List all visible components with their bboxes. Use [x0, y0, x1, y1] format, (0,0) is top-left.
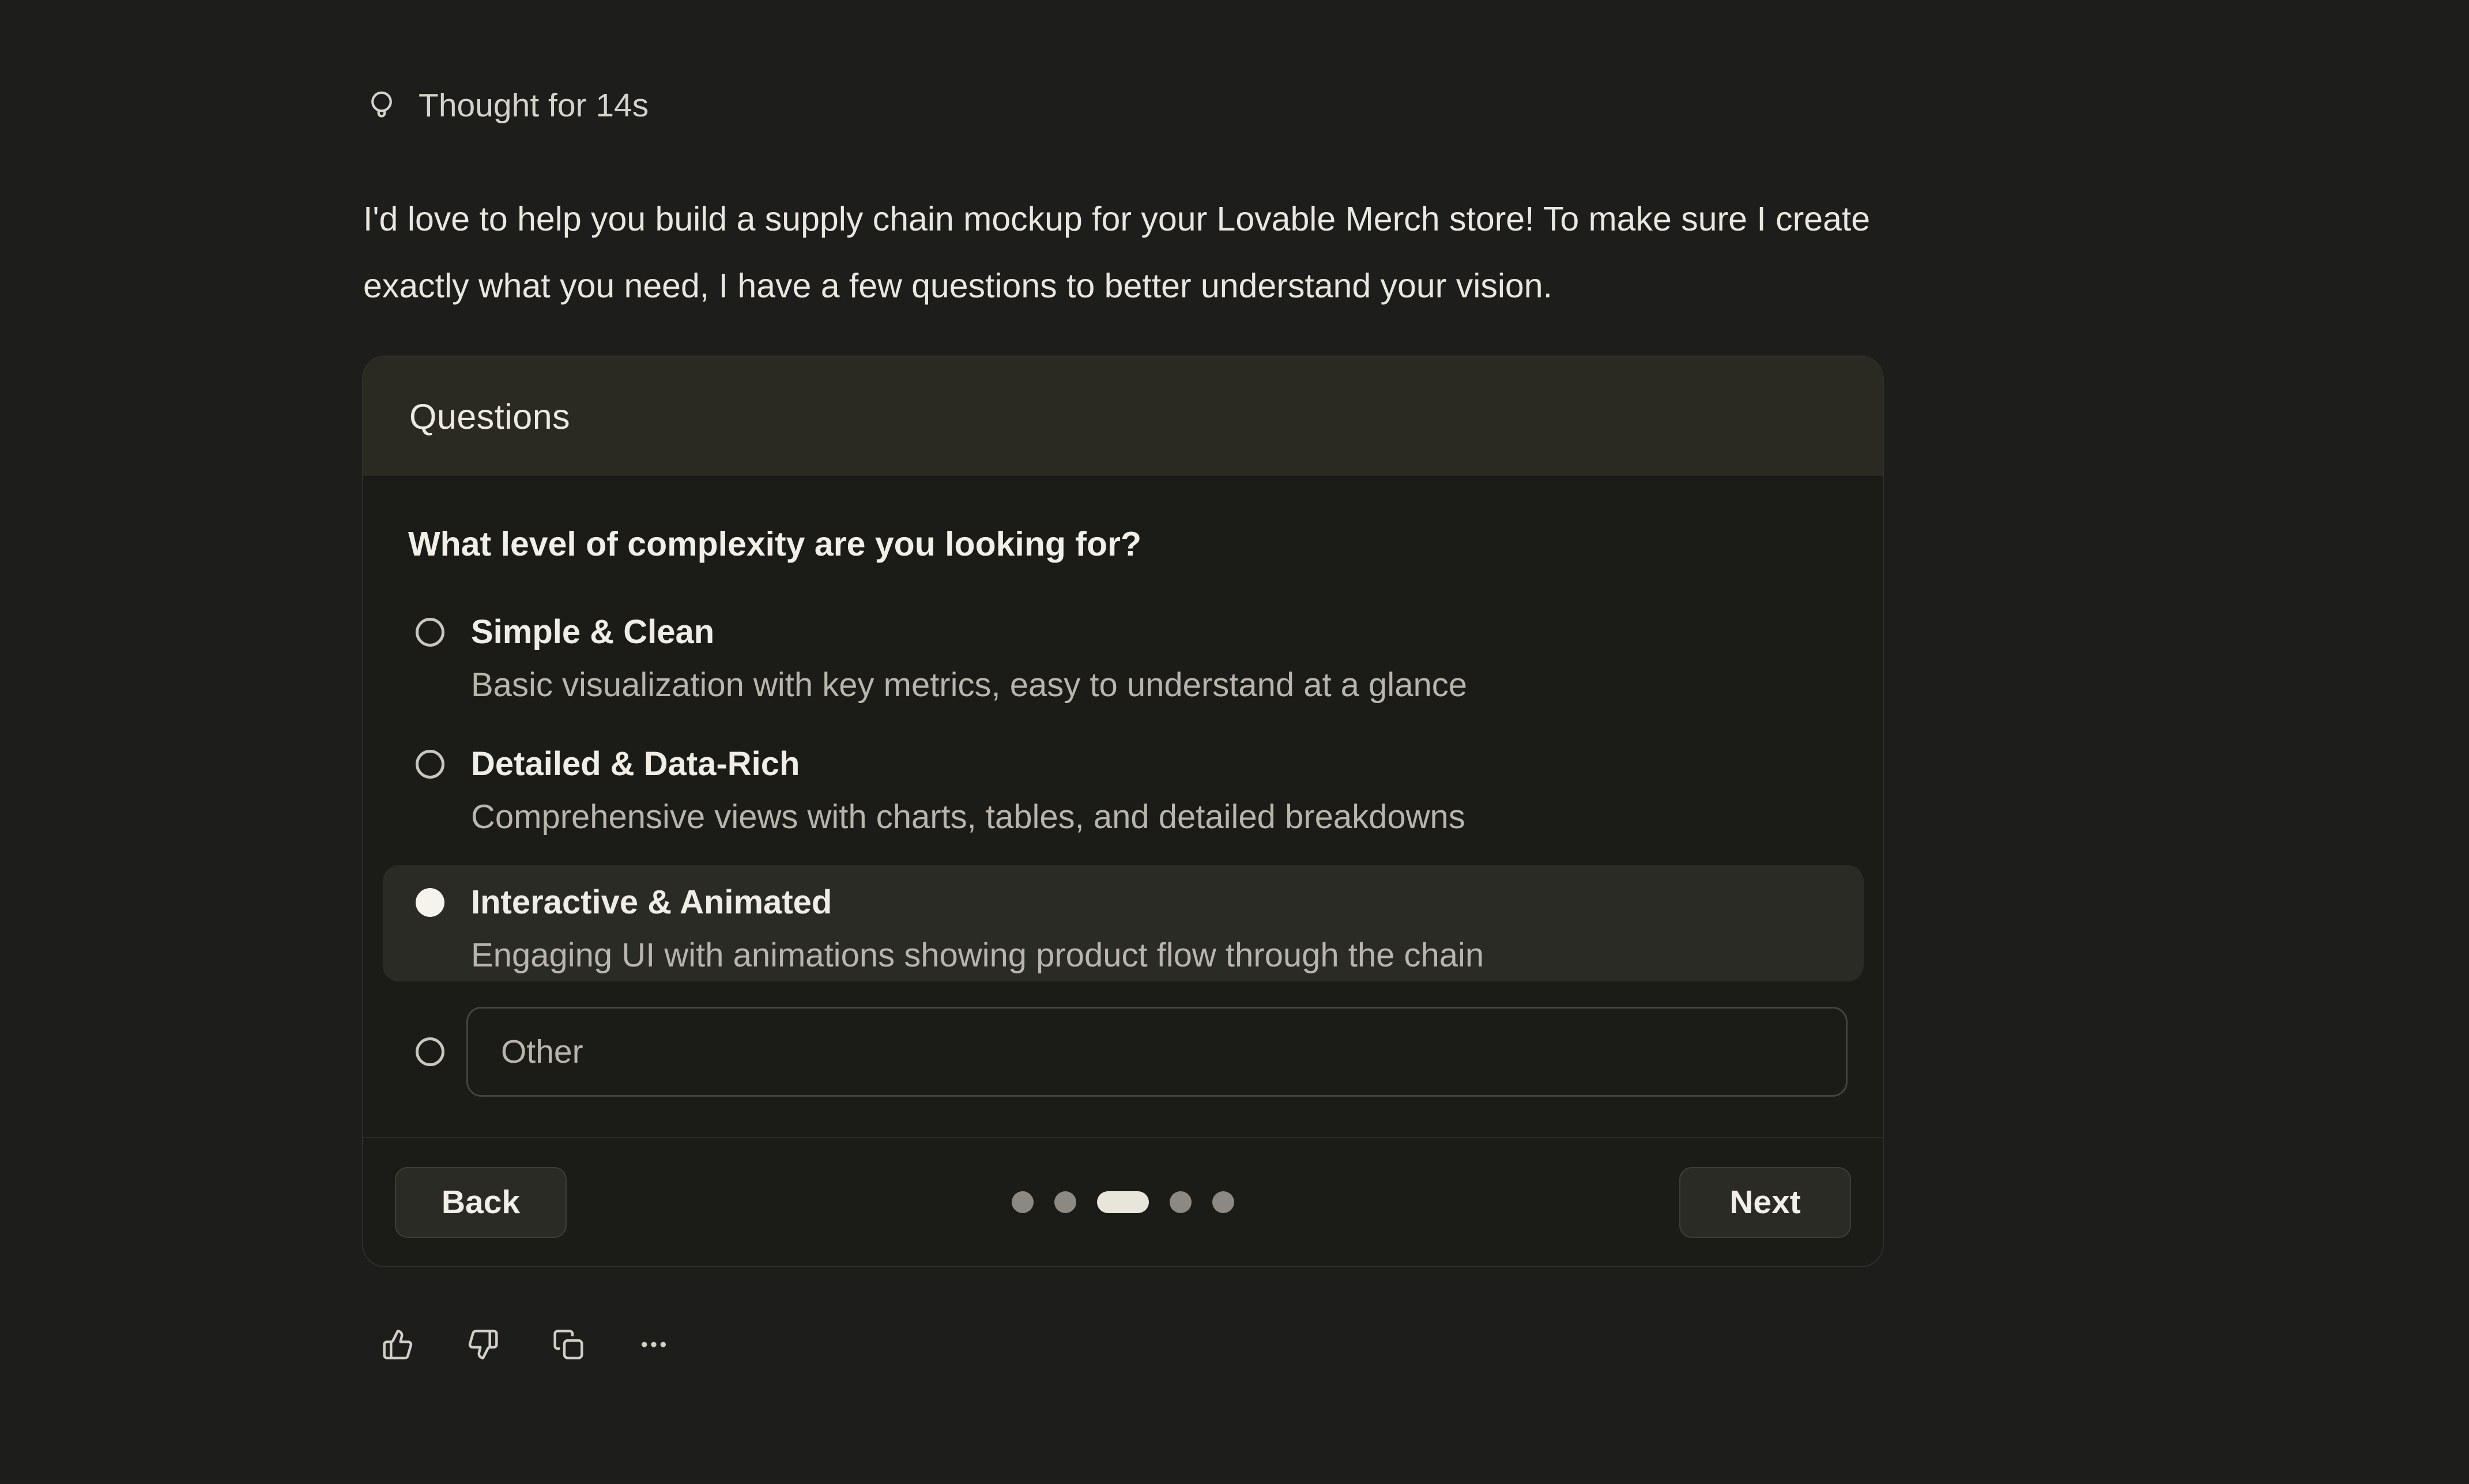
ellipsis-icon[interactable] — [638, 1328, 670, 1361]
radio-unselected-icon[interactable] — [416, 1037, 444, 1066]
card-title: Questions — [409, 397, 570, 437]
step-pagination — [1012, 1191, 1234, 1213]
message-actions — [382, 1328, 670, 1361]
thumbs-up-icon[interactable] — [382, 1328, 414, 1361]
radio-unselected-icon[interactable] — [416, 618, 444, 647]
option-label: Interactive & Animated — [471, 882, 1484, 923]
step-dot — [1170, 1191, 1192, 1213]
option-label: Simple & Clean — [471, 612, 1467, 652]
questions-card-header: Questions — [363, 357, 1883, 477]
step-dot — [1054, 1191, 1076, 1213]
thought-label: Thought for 14s — [419, 85, 649, 126]
questions-card-footer: Back Next — [363, 1137, 1883, 1266]
option-description: Comprehensive views with charts, tables,… — [471, 797, 1465, 837]
radio-option-interactive-animated[interactable]: Interactive & Animated Engaging UI with … — [383, 865, 1864, 981]
radio-selected-icon[interactable] — [416, 888, 444, 917]
next-button[interactable]: Next — [1679, 1167, 1851, 1238]
radio-option-simple-clean[interactable]: Simple & Clean Basic visualization with … — [408, 612, 1838, 705]
option-label: Detailed & Data-Rich — [471, 744, 1465, 784]
message-line: I'd love to help you build a supply chai… — [363, 186, 2381, 252]
step-dot — [1012, 1191, 1034, 1213]
radio-option-other[interactable] — [408, 1007, 1838, 1097]
question-text: What level of complexity are you looking… — [408, 524, 1838, 564]
questions-card-body: What level of complexity are you looking… — [363, 524, 1883, 1097]
option-description: Engaging UI with animations showing prod… — [471, 935, 1484, 976]
message-line: exactly what you need, I have a few ques… — [363, 252, 2381, 319]
lightbulb-icon — [364, 88, 399, 123]
option-description: Basic visualization with key metrics, ea… — [471, 665, 1467, 705]
chat-message-view: Thought for 14s I'd love to help you bui… — [0, 0, 2469, 1484]
radio-unselected-icon[interactable] — [416, 750, 444, 779]
step-dot — [1212, 1191, 1234, 1213]
thought-header[interactable]: Thought for 14s — [364, 85, 649, 126]
other-option-input[interactable] — [466, 1007, 1848, 1097]
radio-option-detailed-data-rich[interactable]: Detailed & Data-Rich Comprehensive views… — [408, 744, 1838, 837]
back-button[interactable]: Back — [395, 1167, 567, 1238]
questions-card: Questions What level of complexity are y… — [362, 356, 1884, 1267]
assistant-message: I'd love to help you build a supply chai… — [363, 186, 2381, 319]
copy-icon[interactable] — [552, 1328, 585, 1361]
step-dot-active — [1097, 1191, 1149, 1213]
thumbs-down-icon[interactable] — [467, 1328, 499, 1361]
